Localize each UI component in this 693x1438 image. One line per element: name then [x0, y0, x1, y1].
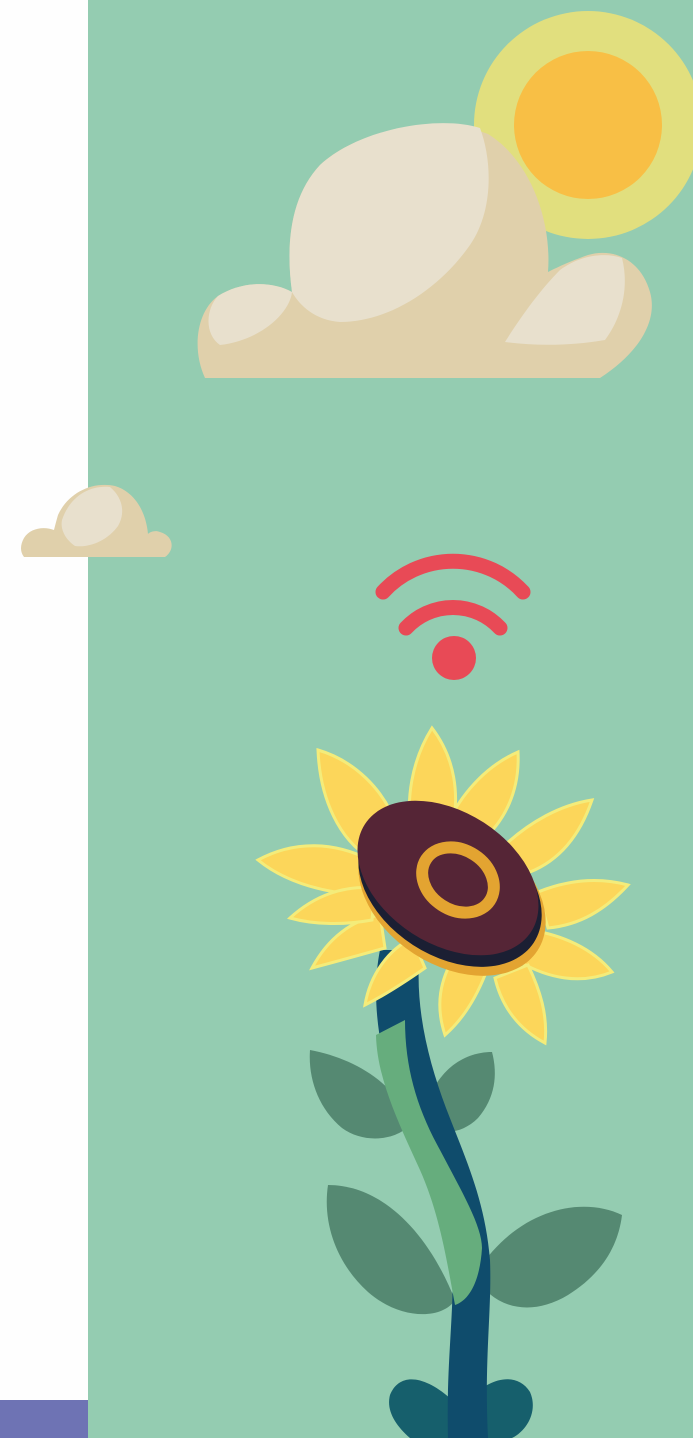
- illustration: [21, 0, 693, 1438]
